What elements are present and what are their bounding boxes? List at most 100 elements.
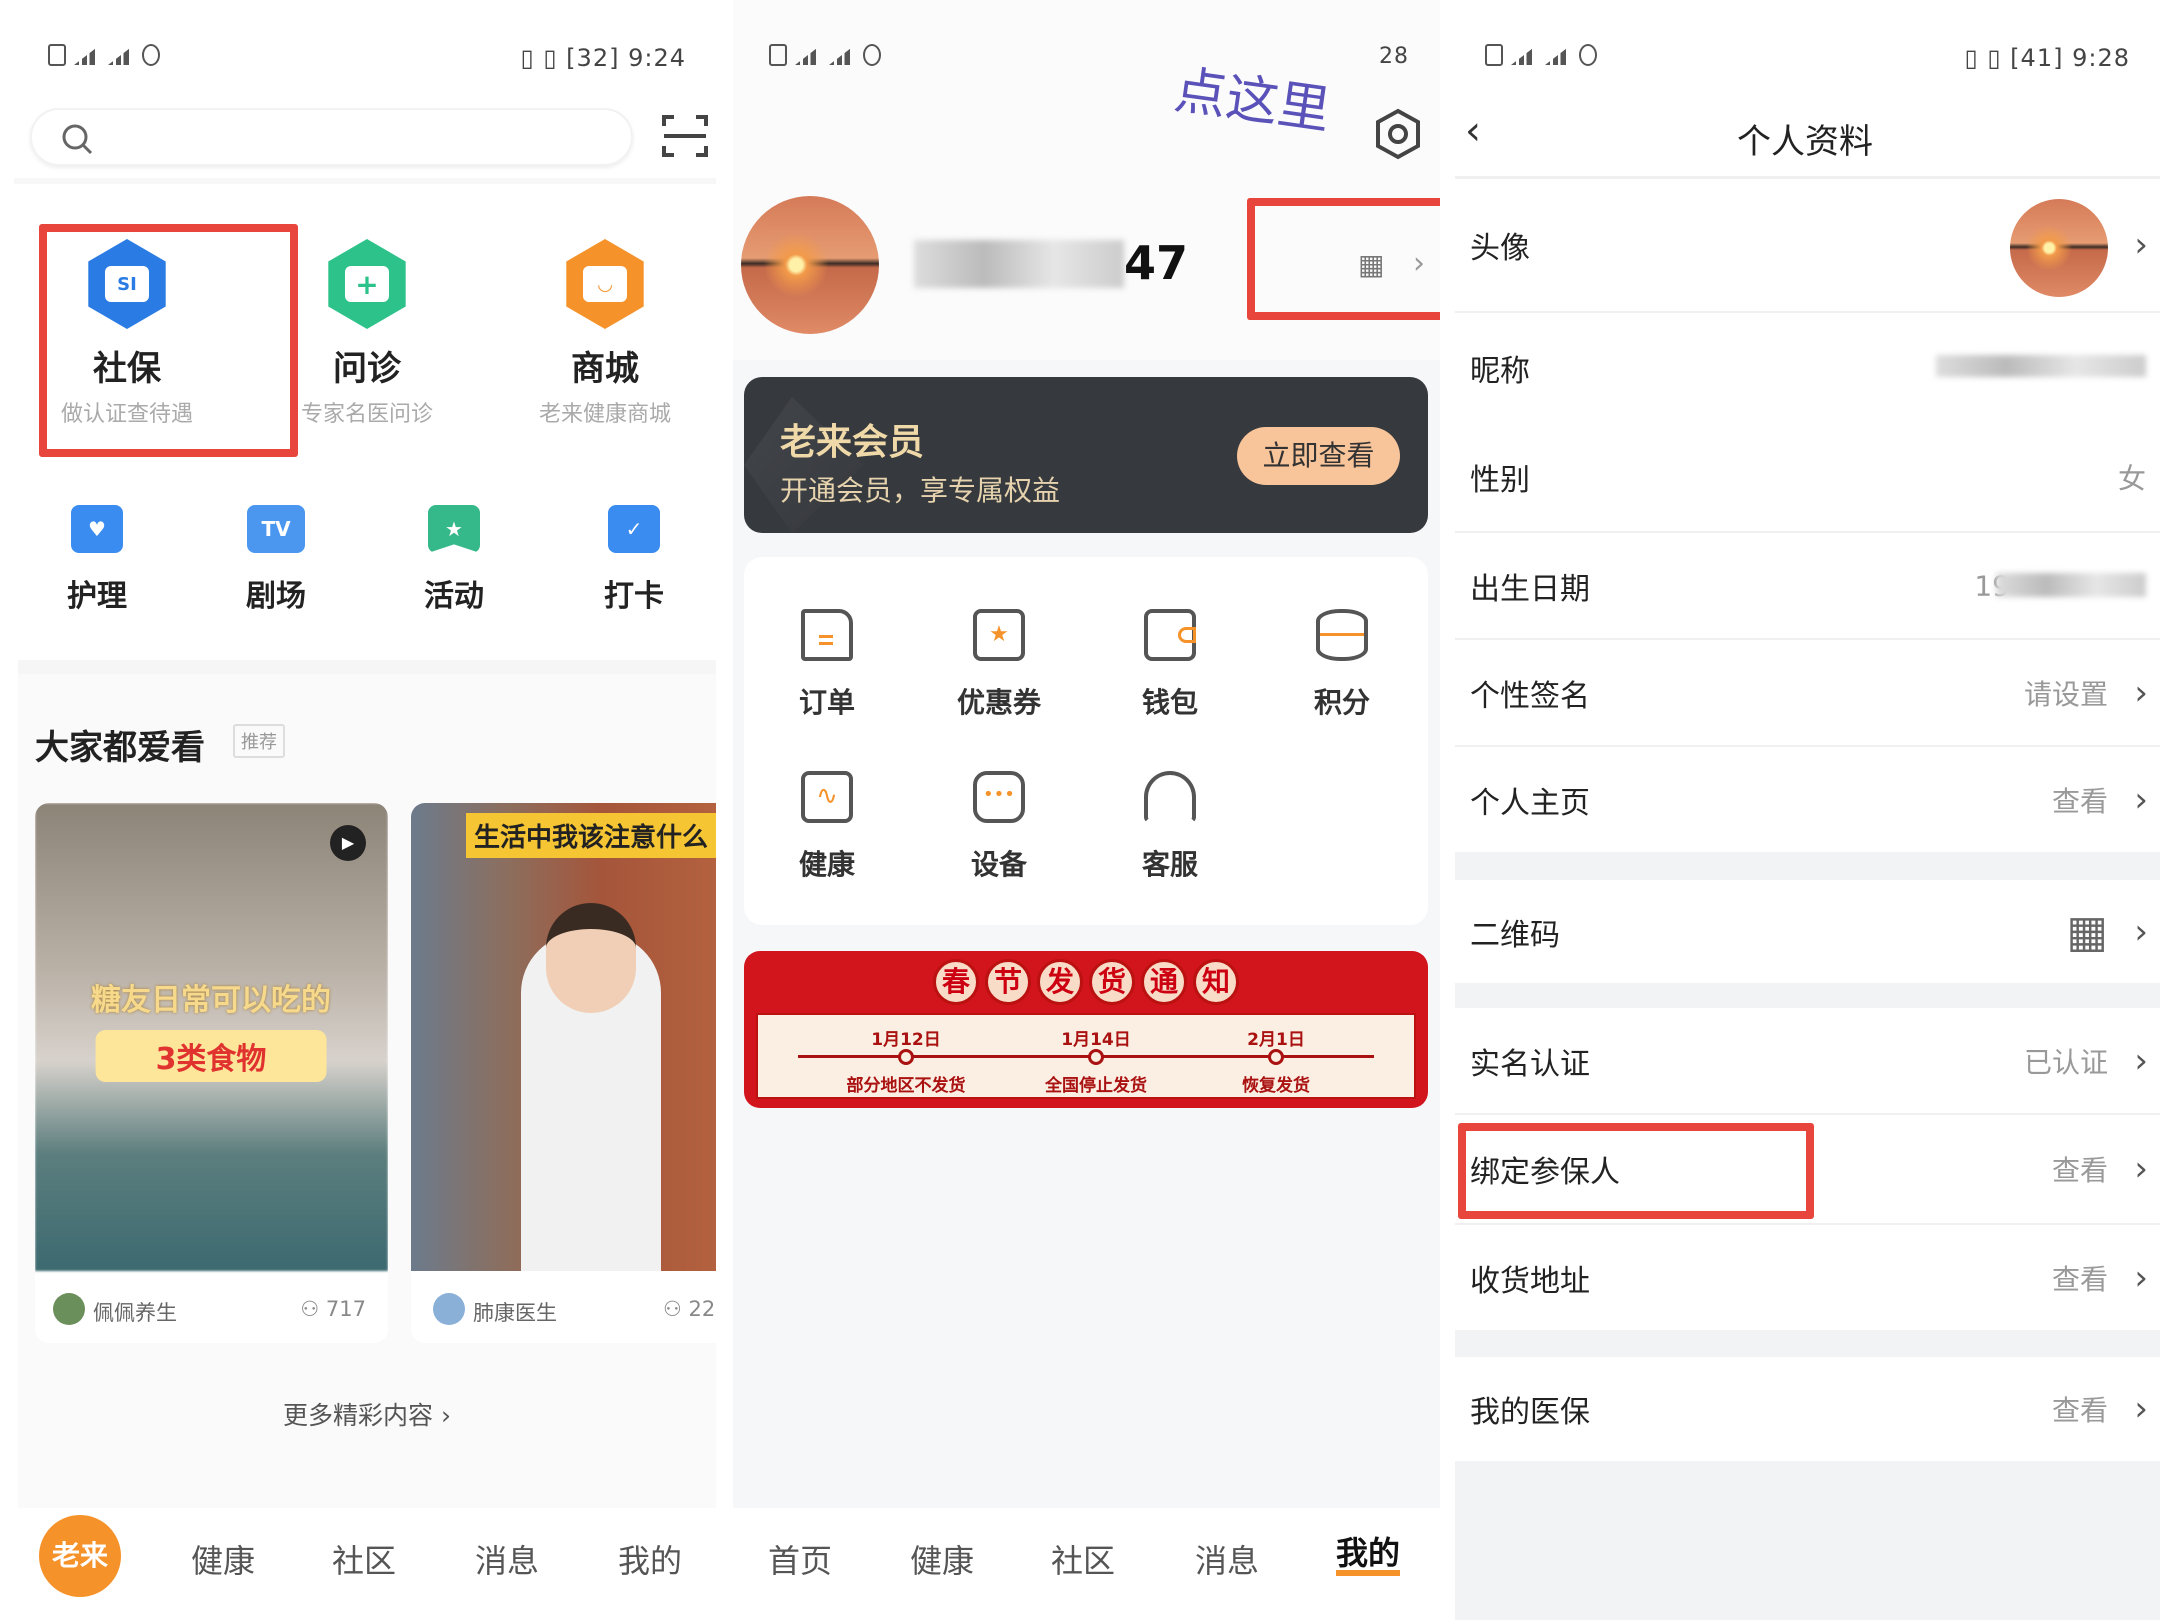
shortcut-label: 护理 <box>67 579 127 614</box>
order-icon <box>800 609 853 661</box>
video-card[interactable]: ▶ 糖友日常可以吃的 3类食物 佩佩养生 ⚇ 717 <box>35 803 388 1343</box>
shortcut-label: 活动 <box>424 579 484 614</box>
chevron-right-icon: › <box>2134 672 2148 713</box>
shortcut-checkin[interactable]: ✓ 打卡 <box>604 505 664 615</box>
row-label: 收货地址 <box>1470 1263 1590 1299</box>
search-input[interactable] <box>30 108 633 166</box>
grid-item-device[interactable]: ••• 设备 <box>971 771 1027 883</box>
nav-item-mine-active[interactable]: 我的 <box>1335 1536 1401 1576</box>
spring-festival-banner[interactable]: 春 节 发 货 通 知 1月12日 部分地区不发货 1月14日 全国停止发货 2… <box>744 951 1428 1108</box>
customer-service-icon <box>1143 771 1196 823</box>
battery-level: 32 <box>576 44 610 72</box>
banner-title-char: 春 <box>933 959 979 1005</box>
row-label: 昵称 <box>1470 354 1530 389</box>
section-gap <box>1455 852 2160 880</box>
play-icon[interactable]: ▶ <box>330 825 366 861</box>
nav-item-mine[interactable]: 我的 <box>618 1536 682 1582</box>
row-homepage[interactable]: 个人主页 查看 › <box>1455 747 2160 852</box>
chevron-right-icon: › <box>440 1401 451 1430</box>
grid-item-coupon[interactable]: ★ 优惠券 <box>957 609 1041 721</box>
row-signature[interactable]: 个性签名 请设置 › <box>1455 640 2160 747</box>
milestone-dot <box>898 1049 914 1065</box>
bottom-filler <box>1455 1461 2160 1620</box>
battery-level: 41 <box>2020 44 2054 72</box>
chevron-right-icon: › <box>2134 1389 2148 1429</box>
shortcut-label: 打卡 <box>604 579 664 614</box>
row-birthdate[interactable]: 出生日期 19 <box>1455 533 2160 640</box>
search-icon <box>62 124 93 155</box>
shortcut-label: 剧场 <box>246 579 306 614</box>
nav-item-messages[interactable]: 消息 <box>1195 1536 1259 1582</box>
grid-item-wallet[interactable]: 钱包 <box>1142 609 1198 721</box>
shortcut-consultation[interactable]: + 问诊 专家名医问诊 <box>301 239 433 428</box>
nav-item-messages[interactable]: 消息 <box>475 1536 539 1582</box>
nav-item-health[interactable]: 健康 <box>191 1536 255 1582</box>
grid-item-order[interactable]: 订单 <box>799 609 855 721</box>
scan-icon[interactable] <box>662 114 708 158</box>
grid-label: 健康 <box>798 848 856 881</box>
shortcut-mall[interactable]: ◡ 商城 老来健康商城 <box>539 239 671 428</box>
row-avatar[interactable]: 头像 › <box>1455 179 2160 313</box>
chevron-right-icon: › <box>2134 779 2148 820</box>
grid-item-health[interactable]: ∿ 健康 <box>799 771 855 883</box>
chevron-right-icon: › <box>2134 1257 2148 1298</box>
more-content-link[interactable]: 更多精彩内容 › <box>283 1396 451 1432</box>
row-gender[interactable]: 性别 女 <box>1455 423 2160 533</box>
verification-status: 已认证 <box>2023 1045 2108 1079</box>
shortcut-sub: 老来健康商城 <box>538 402 672 427</box>
nav-item-health[interactable]: 健康 <box>910 1536 974 1582</box>
row-nickname[interactable]: 昵称 <box>1455 313 2160 423</box>
shortcut-activity[interactable]: ★ 活动 <box>424 505 484 615</box>
chevron-right-icon: › <box>2134 911 2148 952</box>
author-avatar <box>433 1293 465 1325</box>
video-card[interactable]: 生活中我该注意什么 肺康医生 ⚇ 22 <box>411 803 716 1343</box>
row-medical-insurance[interactable]: 我的医保 查看 › <box>1455 1357 2160 1461</box>
milestone-date: 1月12日 <box>871 1030 941 1050</box>
grid-item-points[interactable]: 积分 <box>1314 609 1370 721</box>
row-shipping-address[interactable]: 收货地址 查看 › <box>1455 1225 2160 1330</box>
row-real-name-verification[interactable]: 实名认证 已认证 › <box>1455 1008 2160 1115</box>
gender-value: 女 <box>2117 462 2146 495</box>
more-content-label: 更多精彩内容 <box>283 1401 434 1430</box>
nav-item-home[interactable]: 首页 <box>768 1536 832 1582</box>
nav-item-community[interactable]: 社区 <box>332 1536 396 1582</box>
row-label: 个人主页 <box>1470 785 1590 821</box>
nav-home-logo[interactable]: 老来 <box>39 1515 121 1597</box>
banner-title-char: 货 <box>1089 959 1135 1005</box>
view-count-value: 22 <box>688 1297 716 1321</box>
row-label: 性别 <box>1470 463 1530 498</box>
divider <box>14 178 716 184</box>
nav-item-community[interactable]: 社区 <box>1051 1536 1115 1582</box>
back-chevron-icon[interactable]: ‹ <box>1465 108 1481 154</box>
shopping-bag-icon: ◡ <box>566 239 644 329</box>
member-card[interactable]: 老来会员 开通会员，享专属权益 立即查看 <box>744 377 1428 533</box>
row-label: 二维码 <box>1470 917 1560 953</box>
row-label: 实名认证 <box>1470 1046 1590 1082</box>
view-now-button[interactable]: 立即查看 <box>1237 427 1400 485</box>
milestone-dot <box>1268 1049 1284 1065</box>
profile-screen: ▯ ▯ [41] 9:28 ‹ 个人资料 头像 › 昵称 性别 女 出生日期 19 个… <box>1455 0 2160 1620</box>
grid-label: 钱包 <box>1141 686 1199 719</box>
shortcut-theater[interactable]: TV 剧场 <box>246 505 306 615</box>
status-time: 9:24 <box>628 44 686 72</box>
status-time: 28 <box>1379 44 1409 69</box>
member-title: 老来会员 <box>780 422 925 463</box>
author-name: 佩佩养生 <box>93 1301 177 1325</box>
medical-insurance-value: 查看 <box>2051 1394 2108 1427</box>
grid-item-customer-service[interactable]: 客服 <box>1142 771 1198 883</box>
milestone-text: 部分地区不发货 <box>846 1076 966 1096</box>
people-icon: ⚇ <box>663 1297 689 1321</box>
banner-title-char: 发 <box>1037 959 1083 1005</box>
row-qr-code[interactable]: 二维码 ▦ › <box>1455 880 2160 983</box>
view-count: ⚇ 22 <box>663 1297 715 1321</box>
profile-avatar <box>2010 199 2108 297</box>
highlight-box <box>1458 1123 1814 1219</box>
row-label: 我的医保 <box>1470 1395 1590 1430</box>
timeline-line <box>798 1055 1374 1058</box>
status-time: 9:28 <box>2072 44 2130 72</box>
user-avatar[interactable] <box>741 196 879 334</box>
settings-gear-icon[interactable] <box>1373 108 1423 160</box>
shortcut-care[interactable]: ♥ 护理 <box>67 505 127 615</box>
author-name: 肺康医生 <box>473 1301 557 1325</box>
banner-title-char: 节 <box>985 959 1031 1005</box>
